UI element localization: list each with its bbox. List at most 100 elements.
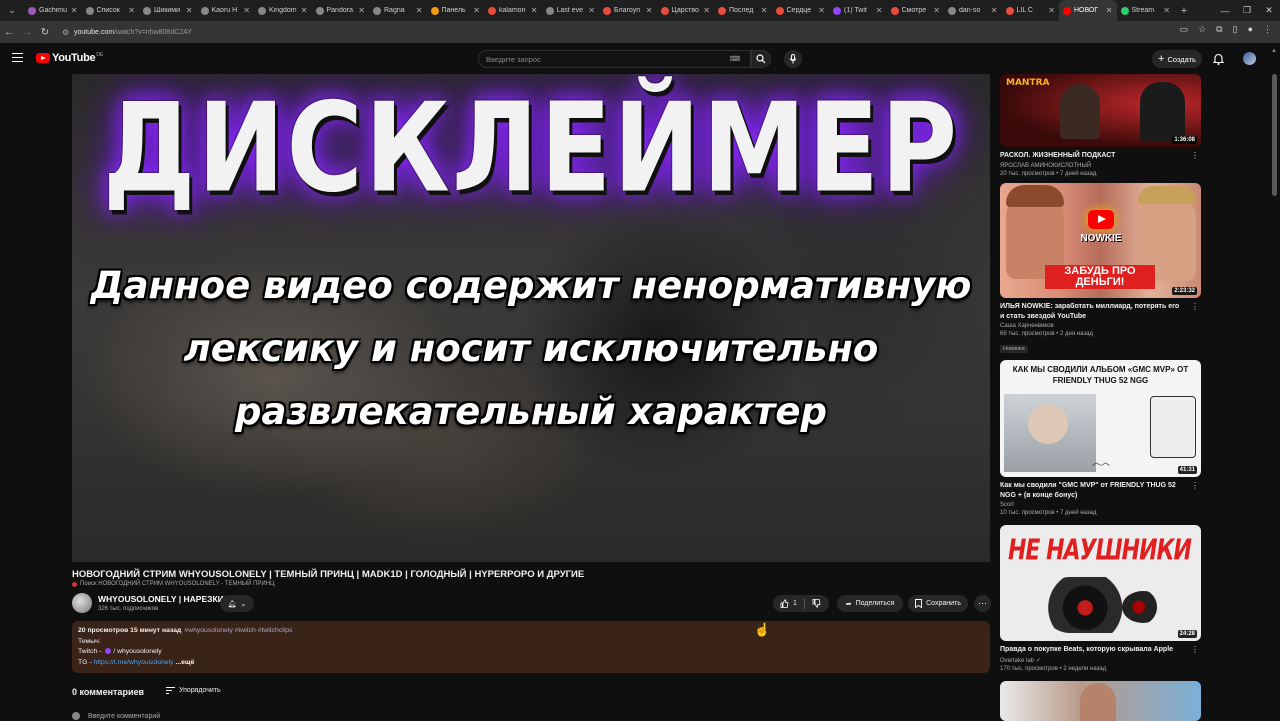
video-search-hint[interactable]: Поиск НОВОГОДНИЙ СТРИМ WHYOUSOLONELY - Т…: [72, 581, 275, 587]
video-thumbnail[interactable]: NOWKIE ЗАБУДЬ ПРО ДЕНЬГИ! 2:23:32: [1000, 183, 1201, 298]
search-button[interactable]: [751, 50, 771, 68]
profile-icon[interactable]: ●: [1248, 24, 1253, 35]
browser-tab[interactable]: Царство ✕: [657, 0, 715, 21]
twitch-link[interactable]: / whyousolonely: [113, 648, 161, 655]
recommended-video[interactable]: [1000, 681, 1201, 721]
close-tab-icon[interactable]: ✕: [301, 6, 308, 15]
video-thumbnail[interactable]: [1000, 681, 1201, 721]
close-tab-icon[interactable]: ✕: [818, 6, 825, 15]
video-player[interactable]: ДИСКЛЕЙМЕР Данное видео содержит ненорма…: [72, 74, 990, 562]
browser-tab[interactable]: Послед ✕: [714, 0, 772, 21]
video-thumbnail[interactable]: MANTRA 1:36:08: [1000, 74, 1201, 147]
create-button[interactable]: + Создать: [1152, 50, 1202, 68]
more-vertical-icon[interactable]: ⋮: [1191, 645, 1199, 654]
bookmark-star-icon[interactable]: ☆: [1198, 24, 1206, 35]
save-button[interactable]: Сохранить: [908, 595, 968, 612]
close-tab-icon[interactable]: ✕: [1106, 6, 1113, 15]
search-input[interactable]: Введите запрос ⌨: [478, 50, 751, 68]
browser-tab[interactable]: kalamon ✕: [484, 0, 542, 21]
maximize-icon[interactable]: ❐: [1236, 5, 1258, 16]
youtube-logo[interactable]: YouTube DE: [36, 52, 103, 64]
close-window-icon[interactable]: ✕: [1258, 5, 1280, 16]
notifications-bell-icon[interactable]: [1212, 52, 1225, 70]
browser-tab[interactable]: Gachimu ✕: [24, 0, 82, 21]
rec-title[interactable]: РАСКОЛ. ЖИЗНЕННЫЙ ПОДКАСТ: [1000, 151, 1201, 161]
back-icon[interactable]: ←: [0, 27, 18, 38]
close-tab-icon[interactable]: ✕: [128, 6, 135, 15]
video-thumbnail[interactable]: КАК МЫ СВОДИЛИ АЛЬБОМ «GMC MVP» ОТ FRIEN…: [1000, 360, 1201, 477]
close-tab-icon[interactable]: ✕: [1163, 6, 1170, 15]
rec-channel[interactable]: Саша Харченвиков: [1000, 323, 1201, 329]
channel-name[interactable]: WHYOUSOLONELY | НАРЕЗКИ: [98, 594, 224, 604]
close-tab-icon[interactable]: ✕: [646, 6, 653, 15]
like-button[interactable]: 1: [773, 595, 804, 612]
page-scrollbar[interactable]: [1272, 74, 1277, 196]
reload-icon[interactable]: ↻: [36, 27, 54, 38]
close-tab-icon[interactable]: ✕: [186, 6, 193, 15]
telegram-link[interactable]: https://t.me/whyousolonely: [93, 659, 173, 666]
browser-tab[interactable]: Список ✕: [82, 0, 140, 21]
dislike-button[interactable]: [805, 595, 828, 612]
address-bar[interactable]: ⚙ youtube.com/watch?v=nhw808dC2AY: [62, 24, 1152, 40]
browser-tab[interactable]: Stream ✕: [1117, 0, 1175, 21]
browser-tab[interactable]: Шикими ✕: [139, 0, 197, 21]
close-tab-icon[interactable]: ✕: [71, 6, 78, 15]
close-tab-icon[interactable]: ✕: [761, 6, 768, 15]
show-more-link[interactable]: ...ещё: [175, 659, 194, 666]
browser-tab[interactable]: dan-so ✕: [944, 0, 1002, 21]
install-icon[interactable]: ▭: [1180, 24, 1189, 35]
browser-tab[interactable]: Благоуп ✕: [599, 0, 657, 21]
browser-tab[interactable]: Kingdom ✕: [254, 0, 312, 21]
close-tab-icon[interactable]: ✕: [531, 6, 538, 15]
browser-tab[interactable]: Смотре ✕: [887, 0, 945, 21]
rec-title[interactable]: Правда о покупке Beats, которую скрывала…: [1000, 645, 1201, 655]
close-tab-icon[interactable]: ✕: [991, 6, 998, 15]
more-vertical-icon[interactable]: ⋮: [1191, 302, 1199, 311]
forward-icon[interactable]: →: [18, 27, 36, 38]
menu-icon[interactable]: [12, 53, 23, 62]
browser-tab[interactable]: Сердце ✕: [772, 0, 830, 21]
new-tab-button[interactable]: +: [1174, 5, 1194, 17]
recommended-video[interactable]: NOWKIE ЗАБУДЬ ПРО ДЕНЬГИ! 2:23:32 ⋮ ИЛЬЯ…: [1000, 183, 1201, 355]
channel-avatar[interactable]: [72, 593, 92, 613]
browser-tab[interactable]: Pandora ✕: [312, 0, 370, 21]
scroll-up-icon[interactable]: ▲: [1271, 48, 1277, 54]
rec-channel[interactable]: Overtake lab ✓: [1000, 657, 1201, 664]
tab-search-icon[interactable]: ⌄: [0, 0, 24, 21]
hashtags[interactable]: #whyousolonely #twitch #twitchclips: [184, 627, 292, 634]
close-tab-icon[interactable]: ✕: [703, 6, 710, 15]
more-actions-button[interactable]: ⋯: [974, 595, 991, 612]
account-avatar[interactable]: [1243, 52, 1256, 65]
more-vertical-icon[interactable]: ⋮: [1191, 151, 1199, 160]
close-tab-icon[interactable]: ✕: [1048, 6, 1055, 15]
more-vertical-icon[interactable]: ⋮: [1191, 481, 1199, 490]
browser-tab[interactable]: LIL C ✕: [1002, 0, 1060, 21]
sort-comments-button[interactable]: Упорядочить: [166, 687, 221, 694]
subscription-bell-button[interactable]: 🔔︎ ⌄: [220, 595, 254, 612]
browser-menu-icon[interactable]: ⋮: [1263, 24, 1272, 35]
close-tab-icon[interactable]: ✕: [358, 6, 365, 15]
browser-tab[interactable]: Ragna ✕: [369, 0, 427, 21]
share-button[interactable]: ➦ Поделиться: [837, 595, 903, 612]
recommended-video[interactable]: MANTRA 1:36:08 ⋮ РАСКОЛ. ЖИЗНЕННЫЙ ПОДКА…: [1000, 74, 1201, 177]
sidepanel-icon[interactable]: ▯: [1233, 24, 1238, 35]
close-tab-icon[interactable]: ✕: [416, 6, 423, 15]
recommended-video[interactable]: КАК МЫ СВОДИЛИ АЛЬБОМ «GMC MVP» ОТ FRIEN…: [1000, 360, 1201, 516]
keyboard-icon[interactable]: ⌨: [730, 55, 740, 63]
browser-tab[interactable]: Last eve ✕: [542, 0, 600, 21]
video-thumbnail[interactable]: НЕ НАУШНИКИ 24:28: [1000, 525, 1201, 641]
add-comment-field[interactable]: Введите комментарий: [72, 712, 160, 720]
browser-tab[interactable]: Панель ✕: [427, 0, 485, 21]
close-tab-icon[interactable]: ✕: [588, 6, 595, 15]
browser-tab[interactable]: Kaoru H ✕: [197, 0, 255, 21]
close-tab-icon[interactable]: ✕: [243, 6, 250, 15]
extensions-icon[interactable]: ⧉: [1216, 24, 1222, 35]
site-info-icon[interactable]: ⚙: [62, 28, 74, 37]
minimize-icon[interactable]: —: [1214, 6, 1236, 16]
close-tab-icon[interactable]: ✕: [933, 6, 940, 15]
description-box[interactable]: 20 просмотров 15 минут назад #whyousolone…: [72, 621, 990, 673]
close-tab-icon[interactable]: ✕: [876, 6, 883, 15]
browser-tab[interactable]: (1) Twit ✕: [829, 0, 887, 21]
rec-channel[interactable]: ЯРОСЛАВ АМИНОКИСЛОТНЫЙ: [1000, 163, 1201, 169]
browser-tab[interactable]: НОВОГ ✕: [1059, 0, 1117, 21]
